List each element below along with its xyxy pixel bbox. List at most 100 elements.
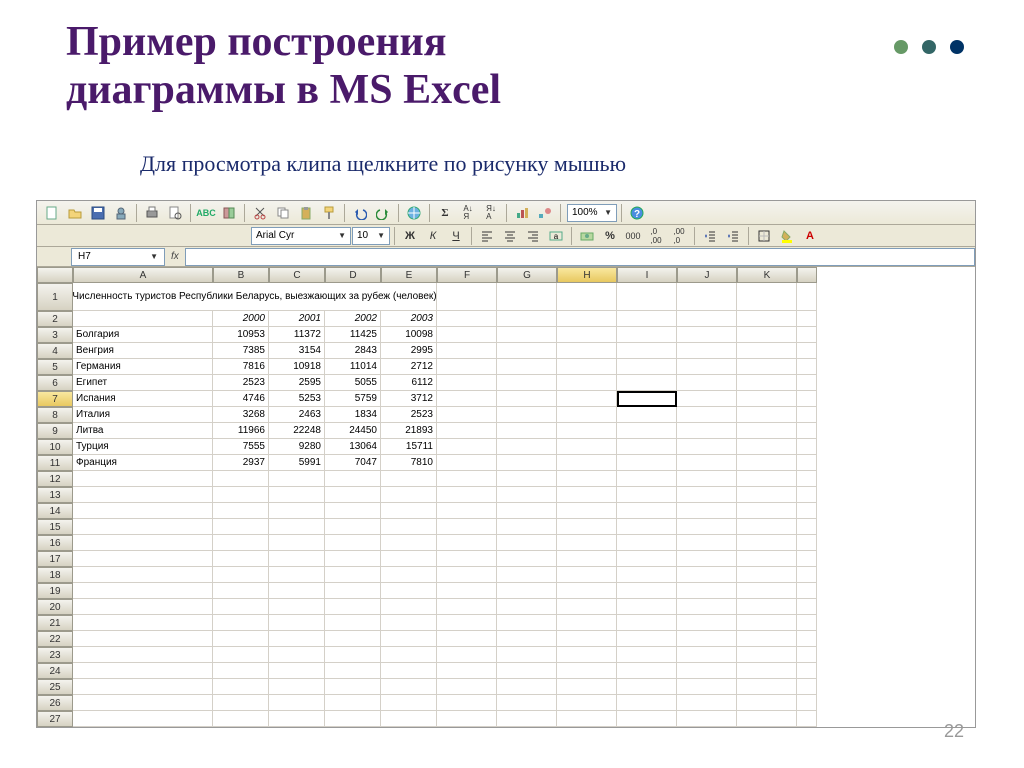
cell[interactable] xyxy=(497,583,557,599)
font-color-icon[interactable]: А xyxy=(799,226,821,246)
value-cell[interactable]: 11966 xyxy=(213,423,269,439)
cell[interactable] xyxy=(737,647,797,663)
cell[interactable] xyxy=(213,551,269,567)
value-cell[interactable]: 15711 xyxy=(381,439,437,455)
row-header[interactable]: 6 xyxy=(37,375,73,391)
cell[interactable] xyxy=(437,343,497,359)
cell[interactable] xyxy=(325,583,381,599)
cell[interactable] xyxy=(381,567,437,583)
comma-icon[interactable]: 000 xyxy=(622,226,644,246)
cell[interactable] xyxy=(617,359,677,375)
row-header[interactable]: 15 xyxy=(37,519,73,535)
value-cell[interactable]: 2523 xyxy=(381,407,437,423)
cell[interactable] xyxy=(797,283,817,311)
cell[interactable] xyxy=(497,615,557,631)
cell[interactable] xyxy=(269,599,325,615)
value-cell[interactable]: 2937 xyxy=(213,455,269,471)
cell[interactable] xyxy=(325,503,381,519)
excel-window[interactable]: ABC Σ А↓Я Я↓А 100%▼ ? Arial Cyr▼ 10▼ Ж К… xyxy=(36,200,976,728)
increase-decimal-icon[interactable]: ,0,00 xyxy=(645,226,667,246)
value-cell[interactable]: 5759 xyxy=(325,391,381,407)
cell[interactable] xyxy=(213,663,269,679)
cell[interactable] xyxy=(437,375,497,391)
cell[interactable] xyxy=(497,711,557,727)
cell[interactable] xyxy=(557,327,617,343)
value-cell[interactable]: 3712 xyxy=(381,391,437,407)
cell[interactable] xyxy=(617,471,677,487)
cell[interactable] xyxy=(737,375,797,391)
cell[interactable] xyxy=(325,615,381,631)
cell[interactable] xyxy=(437,631,497,647)
cell[interactable] xyxy=(381,631,437,647)
value-cell[interactable]: 2523 xyxy=(213,375,269,391)
cell[interactable] xyxy=(797,615,817,631)
row-header[interactable]: 21 xyxy=(37,615,73,631)
spelling-icon[interactable]: ABC xyxy=(195,203,217,223)
cell[interactable] xyxy=(677,663,737,679)
cell[interactable] xyxy=(213,519,269,535)
cell[interactable] xyxy=(797,551,817,567)
hyperlink-icon[interactable] xyxy=(403,203,425,223)
value-cell[interactable]: 7555 xyxy=(213,439,269,455)
cell[interactable] xyxy=(213,567,269,583)
table-title-cell[interactable]: Численность туристов Республики Беларусь… xyxy=(73,283,437,311)
row-header[interactable]: 4 xyxy=(37,343,73,359)
country-cell[interactable]: Венгрия xyxy=(73,343,213,359)
cell[interactable] xyxy=(497,503,557,519)
cell[interactable] xyxy=(437,711,497,727)
cell[interactable] xyxy=(617,503,677,519)
cell[interactable] xyxy=(73,663,213,679)
cell[interactable] xyxy=(797,375,817,391)
cell[interactable] xyxy=(737,391,797,407)
cell[interactable] xyxy=(73,679,213,695)
cell[interactable] xyxy=(677,503,737,519)
cell[interactable] xyxy=(557,455,617,471)
cell[interactable] xyxy=(797,567,817,583)
value-cell[interactable]: 10098 xyxy=(381,327,437,343)
value-cell[interactable]: 22248 xyxy=(269,423,325,439)
cell[interactable] xyxy=(617,283,677,311)
cell[interactable] xyxy=(381,535,437,551)
cell[interactable] xyxy=(73,503,213,519)
cell[interactable] xyxy=(73,711,213,727)
cell[interactable] xyxy=(797,423,817,439)
cell[interactable] xyxy=(325,647,381,663)
cell[interactable] xyxy=(73,599,213,615)
cell[interactable] xyxy=(437,567,497,583)
cell[interactable] xyxy=(381,663,437,679)
cell[interactable] xyxy=(213,679,269,695)
cell[interactable] xyxy=(677,343,737,359)
cell[interactable] xyxy=(497,647,557,663)
cell[interactable] xyxy=(737,407,797,423)
cell[interactable] xyxy=(557,583,617,599)
cell[interactable] xyxy=(737,695,797,711)
cell[interactable] xyxy=(737,711,797,727)
cell[interactable] xyxy=(557,311,617,327)
cell[interactable] xyxy=(73,519,213,535)
country-cell[interactable]: Литва xyxy=(73,423,213,439)
name-box[interactable]: H7▼ xyxy=(71,248,165,266)
cell[interactable] xyxy=(737,359,797,375)
row-header[interactable]: 26 xyxy=(37,695,73,711)
cell[interactable] xyxy=(617,615,677,631)
cell[interactable] xyxy=(557,615,617,631)
value-cell[interactable]: 5253 xyxy=(269,391,325,407)
cell[interactable] xyxy=(677,487,737,503)
cell[interactable] xyxy=(437,519,497,535)
cell[interactable] xyxy=(73,567,213,583)
cell[interactable] xyxy=(73,583,213,599)
cell[interactable] xyxy=(617,439,677,455)
cell[interactable] xyxy=(557,283,617,311)
cell[interactable] xyxy=(381,679,437,695)
cell[interactable] xyxy=(213,695,269,711)
borders-icon[interactable] xyxy=(753,226,775,246)
row-header[interactable]: 23 xyxy=(37,647,73,663)
cell[interactable] xyxy=(797,359,817,375)
cell[interactable] xyxy=(437,283,497,311)
cell[interactable] xyxy=(737,535,797,551)
cell[interactable] xyxy=(381,487,437,503)
cell[interactable] xyxy=(437,359,497,375)
cell[interactable] xyxy=(269,551,325,567)
row-header[interactable]: 9 xyxy=(37,423,73,439)
col-header[interactable]: H xyxy=(557,267,617,283)
